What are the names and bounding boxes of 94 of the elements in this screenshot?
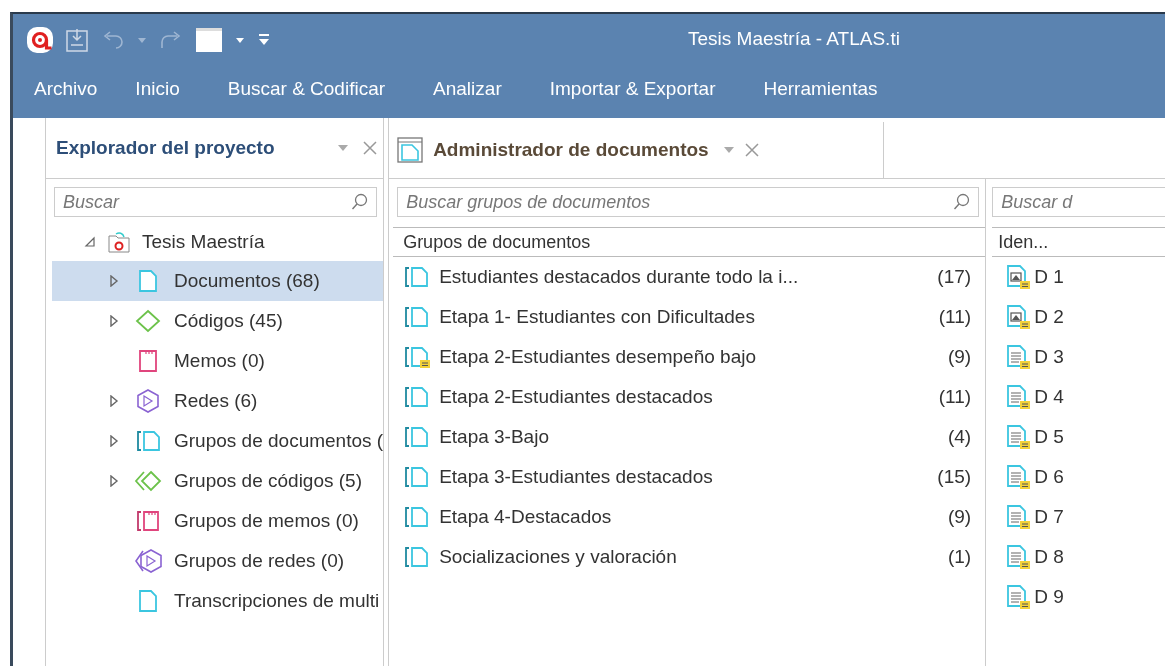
search-field[interactable]: Buscar d (992, 187, 1165, 217)
ribbon-tab[interactable]: Herramientas (750, 71, 891, 112)
project-folder-icon (107, 230, 131, 254)
close-icon[interactable] (363, 141, 378, 155)
document-id[interactable]: D 6 (1034, 466, 1064, 488)
expand-triangle-icon[interactable] (108, 315, 120, 327)
document-group-icon (135, 429, 161, 453)
document-id[interactable]: D 9 (1034, 586, 1064, 608)
search-icon[interactable] (953, 193, 972, 211)
group-name: Etapa 1- Estudiantes con Dificultades (439, 306, 756, 328)
tree-item[interactable]: Grupos de memos (0) (52, 501, 384, 541)
memo-group-icon (135, 509, 161, 533)
save-icon[interactable] (65, 26, 89, 53)
tree-item[interactable]: Tesis Maestría (52, 223, 384, 261)
document-icon (138, 269, 158, 293)
document-id[interactable]: D 5 (1034, 426, 1064, 448)
column-header[interactable]: Iden... (992, 227, 1165, 257)
hexagon-network-icon (135, 388, 161, 414)
panel-title: Explorador del proyecto (56, 137, 275, 159)
document-group-row[interactable]: Socializaciones y valoración (1) (389, 537, 986, 577)
document-icon (138, 589, 158, 613)
group-name: Socializaciones y valoración (439, 546, 678, 568)
tree-item[interactable]: Documentos (68) (52, 261, 384, 301)
window-layout-icon[interactable] (195, 26, 223, 53)
tree-item-label: Redes (6) (174, 390, 258, 412)
ribbon-tab[interactable]: Importar & Exportar (536, 71, 729, 112)
search-icon[interactable] (351, 193, 370, 211)
search-field[interactable]: Buscar (54, 187, 378, 217)
document-count: (1) (947, 546, 972, 568)
document-group-row[interactable]: Etapa 2-Estudiantes desempeño bajo (9) (389, 337, 986, 377)
tree-item-label: Grupos de redes (0) (174, 550, 345, 572)
window-title: Tesis Maestría - ATLAS.ti (688, 28, 900, 50)
ribbon-tab[interactable]: Archivo (21, 71, 111, 112)
document-id[interactable]: D 3 (1034, 346, 1064, 368)
hexagon-group-icon (133, 548, 163, 574)
tree-item[interactable]: Grupos de documentos ( (52, 421, 384, 461)
tree-item-label: Grupos de documentos ( (174, 430, 384, 452)
document-group-row[interactable]: Etapa 2-Estudiantes destacados (11) (389, 377, 986, 417)
document-id[interactable]: D 1 (1034, 266, 1064, 288)
collapse-triangle-icon[interactable] (84, 236, 96, 248)
app-logo-icon (27, 26, 53, 53)
tree-item[interactable]: Grupos de redes (0) (52, 541, 384, 581)
document-group-row[interactable]: Etapa 1- Estudiantes con Dificultades (11) (389, 297, 986, 337)
document-group-row[interactable]: Etapa 4-Destacados (9) (389, 497, 986, 537)
document-id[interactable]: D 8 (1034, 546, 1064, 568)
document-id[interactable]: D 2 (1034, 306, 1064, 328)
expand-triangle-icon[interactable] (108, 435, 120, 447)
expand-triangle-icon[interactable] (108, 275, 120, 287)
tree-item[interactable]: Grupos de códigos (5) (52, 461, 384, 501)
ribbon-tab[interactable]: Analizar (420, 71, 515, 112)
tree-item-label: Documentos (68) (174, 270, 320, 292)
customize-toolbar-icon[interactable] (257, 32, 271, 47)
document-group-row[interactable]: Estudiantes destacados durante todo la i... (17) (389, 257, 986, 297)
group-name: Etapa 3-Estudiantes destacados (439, 466, 714, 488)
document-id[interactable]: D 4 (1034, 386, 1064, 408)
group-name: Etapa 2-Estudiantes destacados (439, 386, 714, 408)
group-name: Etapa 4-Destacados (439, 506, 613, 528)
document-group-row[interactable]: Etapa 3-Bajo (4) (389, 417, 986, 457)
group-name: Estudiantes destacados durante todo la i... (439, 266, 800, 288)
document-count: (15) (937, 466, 972, 488)
diamond-group-icon (134, 469, 162, 493)
tree-item-label: Transcripciones de multi (174, 590, 380, 612)
ribbon-tab[interactable]: Inicio (122, 71, 193, 112)
document-count: (9) (947, 506, 972, 528)
document-group-row[interactable]: Etapa 3-Estudiantes destacados (15) (389, 457, 986, 497)
document-id[interactable]: D 7 (1034, 506, 1064, 528)
document-count: (11) (938, 386, 972, 408)
dropdown-caret-icon[interactable] (235, 35, 245, 44)
group-name: Etapa 2-Estudiantes desempeño bajo (439, 346, 757, 368)
tree-item-label: Códigos (45) (174, 310, 283, 332)
memo-icon (138, 349, 158, 373)
tree-item[interactable]: Códigos (45) (52, 301, 384, 341)
dropdown-caret-icon[interactable] (337, 144, 350, 152)
dropdown-caret-icon[interactable] (722, 146, 735, 154)
tree-item-label: Grupos de códigos (5) (174, 470, 362, 492)
ribbon-tab[interactable]: Buscar & Codificar (214, 71, 399, 112)
expand-triangle-icon[interactable] (108, 395, 120, 407)
tree-item[interactable]: Memos (0) (52, 341, 384, 381)
window-icon (397, 137, 424, 163)
tree-item[interactable]: Transcripciones de multi (52, 581, 384, 621)
tree-item-label: Memos (0) (174, 350, 265, 372)
document-count: (4) (947, 426, 972, 448)
group-name: Etapa 3-Bajo (439, 426, 550, 448)
document-count: (11) (938, 306, 972, 328)
close-icon[interactable] (744, 143, 759, 157)
diamond-icon (135, 309, 161, 333)
search-field[interactable]: Buscar grupos de documentos (397, 187, 980, 217)
tree-item[interactable]: Redes (6) (52, 381, 384, 421)
column-header[interactable]: Grupos de documentos (393, 227, 986, 257)
tree-item-label: Grupos de memos (0) (174, 510, 359, 532)
document-count: (17) (937, 266, 972, 288)
tree-item-label: Tesis Maestría (142, 231, 265, 253)
document-count: (9) (947, 346, 972, 368)
expand-triangle-icon[interactable] (108, 475, 120, 487)
